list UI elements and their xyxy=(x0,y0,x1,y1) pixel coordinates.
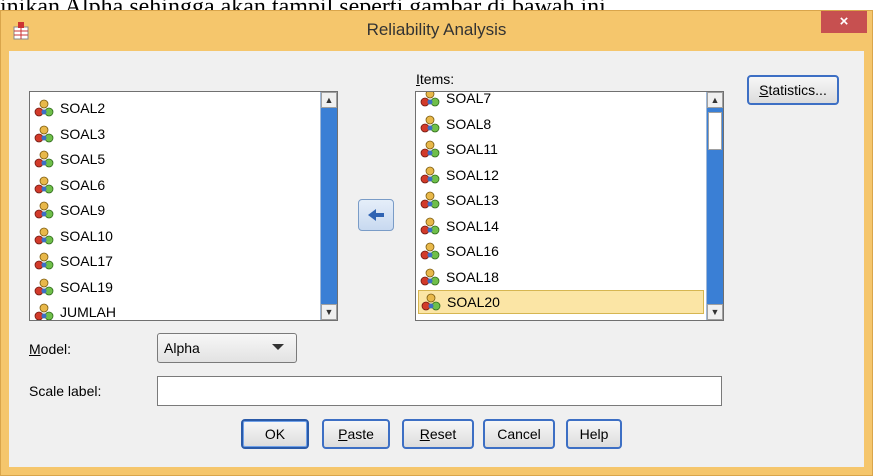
list-item-label: SOAL10 xyxy=(60,227,113,244)
list-item-label: SOAL14 xyxy=(446,217,499,234)
source-variable-list[interactable]: SOAL2 SOAL3 SOAL5 SOAL6 SOAL9 SOAL10 SOAL17 SOA… xyxy=(29,91,338,321)
list-item[interactable]: SOAL16 xyxy=(420,239,499,263)
list-item-label: SOAL7 xyxy=(446,91,492,106)
scale-variable-icon xyxy=(34,150,54,168)
list-item-label: SOAL6 xyxy=(60,176,106,193)
model-select[interactable]: Alpha xyxy=(157,333,297,363)
list-item-label: SOAL5 xyxy=(60,151,106,167)
list-item[interactable]: SOAL13 xyxy=(420,188,499,212)
list-item[interactable]: SOAL5 xyxy=(34,147,105,171)
title-bar[interactable]: Reliability Analysis × xyxy=(1,11,872,51)
list-item-label: SOAL17 xyxy=(60,253,113,269)
model-label: Model: xyxy=(29,341,72,357)
list-item-label: JUMLAH xyxy=(60,304,117,320)
reliability-analysis-dialog: Reliability Analysis × SOAL2 SOAL3 SOAL5 SO… xyxy=(0,10,873,476)
scale-variable-icon xyxy=(34,201,54,219)
list-item[interactable]: SOAL18 xyxy=(420,265,499,289)
scale-variable-icon xyxy=(420,268,440,285)
list-item-label: SOAL2 xyxy=(60,100,106,116)
list-item-label: SOAL3 xyxy=(60,125,106,142)
list-item-label: SOAL12 xyxy=(446,166,499,183)
statistics-button[interactable]: Statistics... xyxy=(747,75,839,105)
scroll-down-arrow[interactable]: ▼ xyxy=(321,304,337,320)
scroll-up-arrow[interactable]: ▲ xyxy=(321,92,337,108)
help-button[interactable]: Help xyxy=(566,419,622,449)
scale-label-input[interactable] xyxy=(157,376,722,406)
list-item-label: SOAL9 xyxy=(60,202,106,218)
scale-variable-icon xyxy=(420,242,440,260)
list-item[interactable]: SOAL9 xyxy=(34,198,105,222)
scroll-up-arrow[interactable]: ▲ xyxy=(707,92,723,108)
items-label: Items: xyxy=(416,71,455,87)
dialog-body: SOAL2 SOAL3 SOAL5 SOAL6 SOAL9 SOAL10 SOAL17 SOA… xyxy=(9,51,864,467)
close-button[interactable]: × xyxy=(821,11,867,33)
list-item-label: SOAL13 xyxy=(446,192,499,208)
scale-variable-icon xyxy=(421,293,441,311)
scale-variable-icon xyxy=(34,125,54,142)
list-item[interactable]: SOAL14 xyxy=(420,214,499,238)
scale-variable-icon xyxy=(420,217,440,234)
scale-variable-icon xyxy=(420,166,440,183)
scale-variable-icon xyxy=(34,303,54,320)
list-item[interactable]: SOAL11 xyxy=(420,137,498,161)
model-select-value: Alpha xyxy=(164,340,200,356)
scale-variable-icon xyxy=(420,92,440,107)
ok-button[interactable]: OK xyxy=(241,419,309,449)
scroll-thumb[interactable] xyxy=(708,112,722,150)
items-list-scrollbar[interactable]: ▲ ▼ xyxy=(706,92,723,320)
scale-variable-icon xyxy=(34,99,54,117)
items-list[interactable]: SOAL7 SOAL8 SOAL11 SOAL12 SOAL13 SOAL14 SOAL16… xyxy=(415,91,724,321)
scroll-down-arrow[interactable]: ▼ xyxy=(707,304,723,320)
scale-variable-icon xyxy=(420,140,440,158)
list-item[interactable]: SOAL8 xyxy=(420,112,491,136)
cancel-button[interactable]: Cancel xyxy=(483,419,555,449)
scale-variable-icon xyxy=(34,252,54,270)
list-item[interactable]: SOAL17 xyxy=(34,249,113,273)
list-item-label: SOAL20 xyxy=(447,294,500,310)
list-item[interactable]: SOAL2 xyxy=(34,96,105,120)
scale-variable-icon xyxy=(34,227,54,244)
chevron-down-icon xyxy=(272,344,284,350)
list-item[interactable]: SOAL12 xyxy=(420,163,499,187)
list-item[interactable]: SOAL20 xyxy=(418,290,704,314)
paste-button[interactable]: Paste xyxy=(322,419,390,449)
list-item[interactable]: SOAL19 xyxy=(34,275,113,299)
move-left-button[interactable] xyxy=(358,199,394,231)
list-item[interactable]: SOAL7 xyxy=(420,91,492,110)
list-item-label: SOAL8 xyxy=(446,115,492,132)
list-item-label: SOAL19 xyxy=(60,278,113,295)
list-item-label: SOAL16 xyxy=(446,243,499,259)
list-item-label: SOAL11 xyxy=(446,141,498,157)
source-list-scrollbar[interactable]: ▲ ▼ xyxy=(320,92,337,320)
scale-variable-icon xyxy=(34,278,54,295)
list-item-label: SOAL18 xyxy=(446,268,499,285)
list-item[interactable]: JUMLAH xyxy=(34,300,117,320)
list-item[interactable]: SOAL3 xyxy=(34,122,105,146)
scale-variable-icon xyxy=(420,115,440,132)
left-arrow-icon xyxy=(368,209,384,221)
list-item[interactable]: SOAL6 xyxy=(34,173,105,197)
reset-button[interactable]: Reset xyxy=(402,419,474,449)
scale-variable-icon xyxy=(34,176,54,193)
scale-variable-icon xyxy=(420,191,440,209)
dialog-title: Reliability Analysis xyxy=(366,20,507,39)
list-item[interactable]: SOAL10 xyxy=(34,224,113,248)
scale-label-label: Scale label: xyxy=(29,383,102,399)
